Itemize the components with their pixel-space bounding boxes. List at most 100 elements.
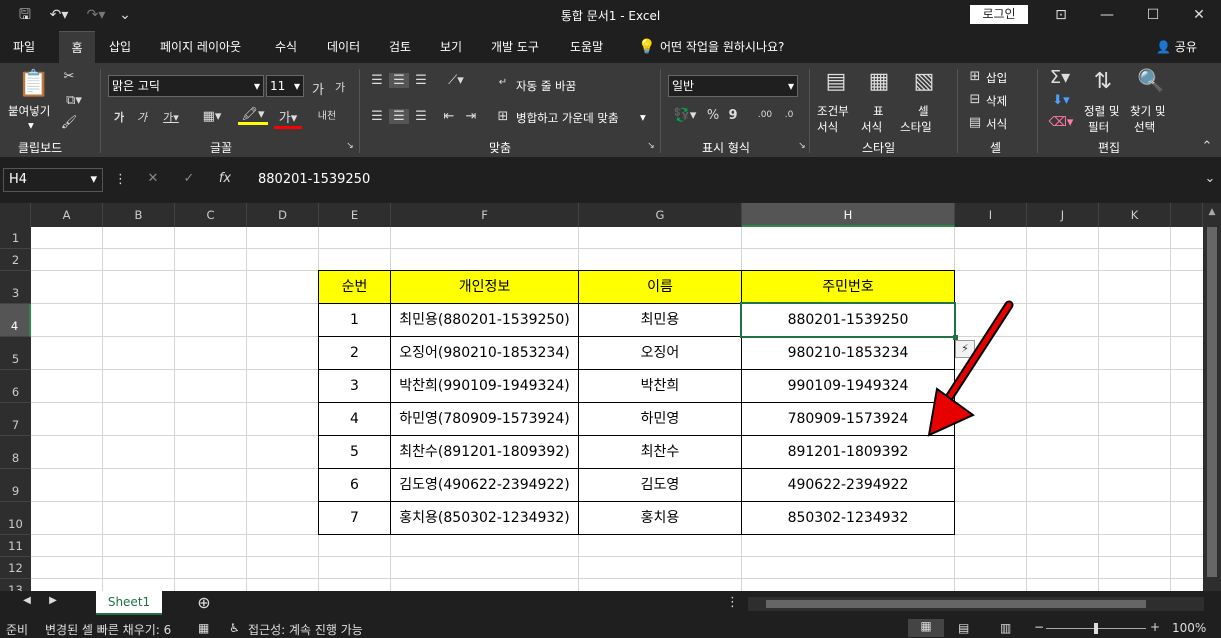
table-cell[interactable]: 490622-2394922: [742, 469, 955, 502]
tab-home[interactable]: 홈: [59, 31, 95, 63]
row-header-13[interactable]: 13: [0, 579, 31, 591]
delete-cells-button[interactable]: 삭제: [986, 93, 1007, 109]
next-sheet-icon[interactable]: ▶: [46, 595, 60, 606]
font-name-select[interactable]: 맑은 고딕 ▾: [108, 75, 264, 97]
column-header-f[interactable]: F: [391, 203, 579, 227]
row-header-6[interactable]: 6: [0, 370, 31, 403]
orientation-icon[interactable]: ⟋▾: [442, 73, 470, 88]
enter-icon[interactable]: ✓: [180, 171, 198, 186]
autosum-icon[interactable]: Σ▾: [1046, 67, 1074, 88]
column-header-j[interactable]: J: [1027, 203, 1099, 227]
name-box[interactable]: H4 ▾: [3, 168, 103, 192]
format-table-icon[interactable]: ▦: [864, 69, 894, 99]
table-cell[interactable]: 2: [319, 337, 391, 370]
align-middle-icon[interactable]: ☰: [389, 73, 409, 88]
row-header-3[interactable]: 3: [0, 271, 31, 304]
insert-function-icon[interactable]: fx: [216, 171, 234, 186]
align-top-icon[interactable]: ☰: [368, 73, 386, 88]
prev-sheet-icon[interactable]: ◀: [20, 595, 34, 606]
cell-styles-label[interactable]: 셀: [918, 103, 929, 119]
tab-help[interactable]: 도움말: [562, 31, 611, 63]
find-select-label[interactable]: 찾기 및: [1130, 103, 1165, 119]
align-left-icon[interactable]: ☰: [368, 109, 386, 124]
fill-icon[interactable]: ⬇▾: [1048, 93, 1074, 108]
align-center-icon[interactable]: ☰: [389, 109, 409, 124]
sort-filter-icon[interactable]: ⇅: [1088, 69, 1118, 99]
table-cell[interactable]: 김도영: [579, 469, 742, 502]
dialog-launcher-icon[interactable]: ↘: [645, 141, 657, 151]
format-painter-icon[interactable]: 🖌: [60, 115, 78, 130]
table-cell[interactable]: 7: [319, 502, 391, 535]
row-header-5[interactable]: 5: [0, 337, 31, 370]
row-header-8[interactable]: 8: [0, 436, 31, 469]
delete-cells-icon[interactable]: ⊟: [966, 92, 984, 107]
maximize-icon[interactable]: ☐: [1138, 5, 1168, 25]
tab-insert[interactable]: 삽입: [101, 31, 139, 63]
macro-record-icon[interactable]: ▦: [198, 621, 209, 635]
clear-icon[interactable]: ⌫▾: [1048, 115, 1074, 130]
tab-view[interactable]: 보기: [432, 31, 470, 63]
accessibility-icon[interactable]: ♿: [229, 621, 240, 635]
conditional-format-icon[interactable]: ▤: [820, 69, 852, 99]
table-cell[interactable]: 최찬수(891201-1809392): [391, 436, 579, 469]
table-header-cell[interactable]: 이름: [579, 271, 742, 304]
format-cells-button[interactable]: 서식: [986, 116, 1007, 132]
table-cell[interactable]: 최찬수: [579, 436, 742, 469]
font-color-icon[interactable]: 가▾: [274, 107, 302, 129]
table-cell[interactable]: 최민용: [579, 304, 742, 337]
table-cell[interactable]: 김도영(490622-2394922): [391, 469, 579, 502]
row-header-12[interactable]: 12: [0, 557, 31, 579]
percent-icon[interactable]: %: [704, 108, 722, 123]
cell-grid[interactable]: 순번 개인정보 이름 주민번호 1 최민용(880201-1539250) 최민…: [31, 227, 1203, 591]
number-format-select[interactable]: 일반 ▾: [668, 75, 798, 97]
table-cell[interactable]: 오징어: [579, 337, 742, 370]
select-all-corner[interactable]: [0, 203, 31, 227]
cell-styles-icon[interactable]: ▧: [909, 69, 939, 99]
table-header-cell[interactable]: 개인정보: [391, 271, 579, 304]
align-bottom-icon[interactable]: ☰: [412, 73, 430, 88]
row-header-7[interactable]: 7: [0, 403, 31, 436]
sort-filter-label[interactable]: 정렬 및: [1084, 103, 1119, 119]
vertical-scrollbar[interactable]: ▲: [1203, 203, 1221, 591]
vertical-scroll-thumb[interactable]: [1207, 227, 1217, 577]
page-break-view-icon[interactable]: ▥: [1000, 621, 1011, 635]
column-header-b[interactable]: B: [103, 203, 175, 227]
cancel-icon[interactable]: ✕: [144, 171, 162, 186]
sheet-tab-sheet1[interactable]: Sheet1: [96, 591, 162, 615]
format-cells-icon[interactable]: ▤: [966, 115, 984, 130]
underline-icon[interactable]: 가▾: [158, 109, 184, 125]
login-button[interactable]: 로그인: [970, 5, 1028, 24]
decrease-indent-icon[interactable]: ⇤: [440, 109, 458, 124]
decrease-font-icon[interactable]: 가: [332, 79, 348, 95]
table-cell[interactable]: 5: [319, 436, 391, 469]
table-cell[interactable]: 1: [319, 304, 391, 337]
align-right-icon[interactable]: ☰: [412, 109, 430, 124]
ribbon-display-icon[interactable]: ⊡: [1046, 5, 1076, 25]
formula-input[interactable]: 880201-1539250: [246, 168, 1206, 192]
format-table-label[interactable]: 표: [873, 103, 884, 119]
merge-center-button[interactable]: 병합하고 가운데 맞춤: [516, 110, 619, 126]
format-table-label2[interactable]: 서식: [861, 119, 882, 135]
minimize-icon[interactable]: —: [1092, 5, 1122, 25]
cell-styles-label2[interactable]: 스타일: [900, 119, 932, 135]
row-header-2[interactable]: 2: [0, 249, 31, 271]
tab-developer[interactable]: 개발 도구: [483, 31, 547, 63]
merge-center-icon[interactable]: ⊞: [496, 109, 510, 124]
italic-icon[interactable]: 가: [135, 109, 149, 125]
dialog-launcher-icon[interactable]: ↘: [796, 141, 808, 151]
more-options-icon[interactable]: ⋮: [114, 172, 127, 187]
find-select-icon[interactable]: 🔍: [1136, 69, 1166, 99]
collapse-ribbon-icon[interactable]: ⌃: [1198, 139, 1216, 154]
page-layout-view-icon[interactable]: ▤: [958, 621, 969, 635]
borders-icon[interactable]: ▦▾: [198, 109, 226, 124]
conditional-format-label[interactable]: 조건부: [817, 103, 849, 119]
row-header-10[interactable]: 10: [0, 502, 31, 535]
wrap-text-icon[interactable]: ↵: [496, 77, 510, 88]
increase-font-icon[interactable]: 가: [310, 79, 326, 98]
increase-decimal-icon[interactable]: .00: [756, 110, 774, 120]
comma-style-icon[interactable]: 9: [726, 108, 740, 123]
normal-view-icon[interactable]: ▦: [908, 619, 944, 637]
table-cell[interactable]: 하민영: [579, 403, 742, 436]
horizontal-scrollbar[interactable]: [748, 597, 1204, 611]
table-cell[interactable]: 오징어(980210-1853234): [391, 337, 579, 370]
